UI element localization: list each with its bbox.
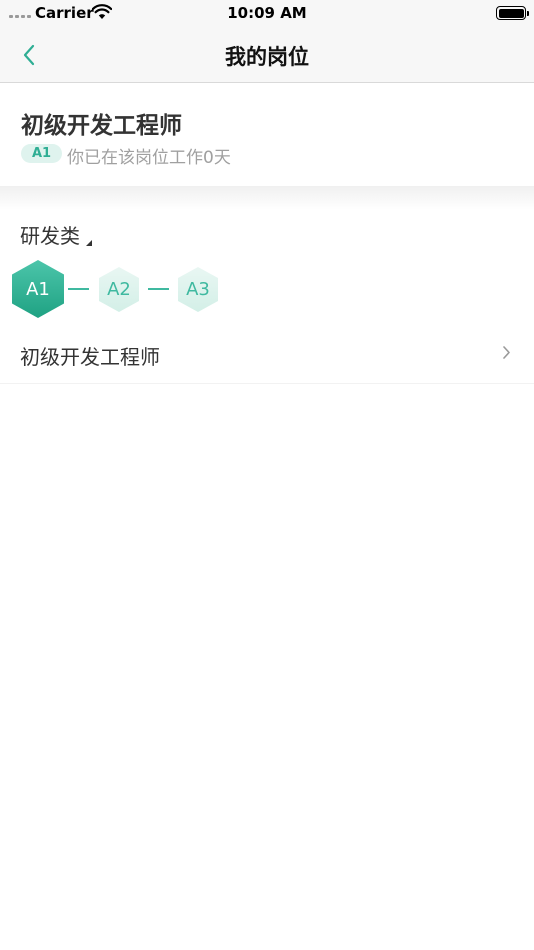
level-label: A1 [26,278,50,300]
status-bar: Carrier 10:09 AM [0,0,534,26]
category-selector[interactable]: 研发类 [20,220,92,249]
level-connector [68,288,89,290]
page-title: 我的岗位 [225,45,309,69]
current-position-card: 初级开发工程师 A1 你已在该岗位工作0天 [0,84,534,186]
level-connector [148,288,169,290]
level-label: A3 [186,279,210,300]
current-position-title: 初级开发工程师 [21,113,182,139]
chevron-right-icon [503,346,510,359]
caret-down-icon [86,240,92,246]
clock: 10:09 AM [227,4,307,22]
position-row[interactable]: 初级开发工程师 [0,324,534,384]
level-node-a3[interactable]: A3 [176,266,220,313]
battery-icon [496,6,529,20]
level-badge: A1 [21,144,62,163]
category-label: 研发类 [20,224,80,248]
level-label: A2 [107,279,131,300]
level-node-a1[interactable]: A1 [10,259,66,319]
navigation-bar: 我的岗位 [0,26,534,83]
position-name: 初级开发工程师 [20,345,160,369]
section-divider [0,186,534,210]
level-node-a2[interactable]: A2 [97,266,141,313]
tenure-text: 你已在该岗位工作0天 [67,148,231,168]
